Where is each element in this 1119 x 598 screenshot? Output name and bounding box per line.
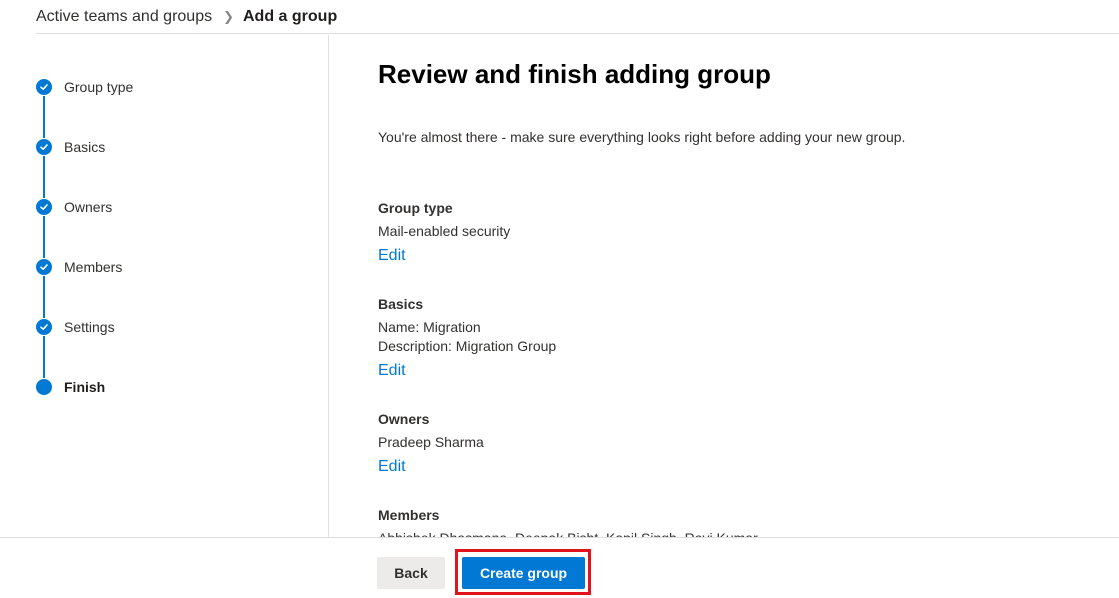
page-subtitle: You're almost there - make sure everythi… <box>378 129 906 145</box>
step-connector <box>43 276 45 318</box>
edit-basics-link[interactable]: Edit <box>378 362 406 380</box>
wizard-steps: Group type Basics Owners Members Setting… <box>0 35 329 537</box>
review-panel: Review and finish adding group You're al… <box>378 35 1078 537</box>
current-step-dot-icon <box>36 379 52 395</box>
page-title: Review and finish adding group <box>378 59 771 89</box>
step-connector <box>43 156 45 198</box>
step-connector <box>43 216 45 258</box>
step-label: Members <box>64 259 123 275</box>
step-label: Group type <box>64 79 134 95</box>
step-label: Finish <box>64 379 106 395</box>
breadcrumb-current: Add a group <box>243 7 338 25</box>
check-icon <box>36 79 52 95</box>
breadcrumb: Active teams and groups ❯ Add a group <box>36 0 1119 34</box>
section-heading: Basics <box>378 296 424 312</box>
edit-group-type-link[interactable]: Edit <box>378 247 406 265</box>
step-label: Basics <box>64 139 106 155</box>
section-value: Pradeep Sharma <box>378 434 484 450</box>
check-icon <box>36 199 52 215</box>
step-owners[interactable]: Owners <box>36 198 112 216</box>
step-group-type[interactable]: Group type <box>36 78 133 96</box>
create-group-button[interactable]: Create group <box>462 557 585 589</box>
check-icon <box>36 319 52 335</box>
section-heading: Owners <box>378 411 430 427</box>
step-label: Settings <box>64 319 115 335</box>
chevron-right-icon: ❯ <box>223 8 234 24</box>
step-connector <box>43 96 45 138</box>
back-button[interactable]: Back <box>377 557 445 589</box>
breadcrumb-active-teams-link[interactable]: Active teams and groups <box>36 8 212 26</box>
section-value: Name: Migration <box>378 319 481 335</box>
edit-owners-link[interactable]: Edit <box>378 458 406 476</box>
step-basics[interactable]: Basics <box>36 138 105 156</box>
section-basics: Basics Name: Migration Description: Migr… <box>378 294 978 380</box>
section-members: Members Abhishek Dhasmana, Deepak Bisht,… <box>378 505 978 537</box>
check-icon <box>36 139 52 155</box>
step-settings[interactable]: Settings <box>36 318 115 336</box>
section-value: Mail-enabled security <box>378 223 511 239</box>
section-group-type: Group type Mail-enabled security Edit <box>378 198 978 265</box>
step-members[interactable]: Members <box>36 258 122 276</box>
section-heading: Members <box>378 507 440 523</box>
step-label: Owners <box>64 199 113 215</box>
section-heading: Group type <box>378 200 453 216</box>
section-value: Abhishek Dhasmana, Deepak Bisht, Kapil S… <box>378 529 978 537</box>
section-value: Description: Migration Group <box>378 338 557 354</box>
check-icon <box>36 259 52 275</box>
step-finish: Finish <box>36 378 105 396</box>
step-connector <box>43 336 45 378</box>
footer-bar: Back Create group <box>0 537 1119 598</box>
section-owners: Owners Pradeep Sharma Edit <box>378 409 978 476</box>
